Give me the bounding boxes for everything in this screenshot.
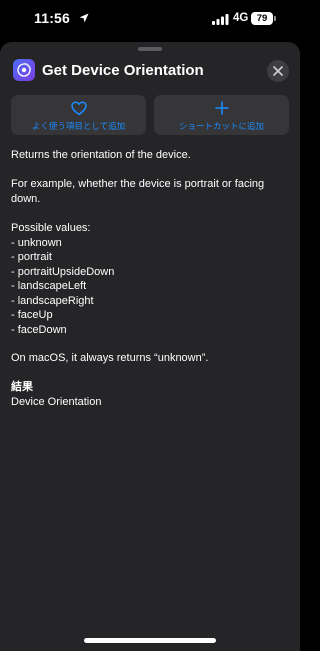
value-item: - landscapeRight: [11, 294, 94, 307]
example-line: down.: [11, 192, 41, 205]
close-button[interactable]: [267, 60, 289, 82]
location-arrow-icon: [79, 13, 89, 23]
status-time: 11:56: [34, 10, 71, 26]
possible-values-heading: Possible values:: [11, 222, 91, 234]
sheet-grabber[interactable]: [138, 47, 162, 51]
battery-icon: 79: [251, 12, 273, 25]
value-item: - portrait: [11, 251, 52, 263]
battery-tip: [274, 16, 276, 21]
shortcuts-action-icon: [13, 59, 35, 81]
description-example: For example, whether the device is portr…: [11, 177, 281, 206]
heart-icon: [70, 101, 87, 116]
value-item: - faceUp: [11, 309, 53, 321]
add-to-favorites-label: よく使う項目として追加: [31, 121, 126, 131]
value-item: - faceDown: [11, 323, 67, 336]
possible-values-block: Possible values: - unknown - portrait - …: [11, 221, 281, 337]
add-to-favorites-button[interactable]: よく使う項目として追加: [11, 95, 146, 135]
description-summary: Returns the orientation of the device.: [11, 149, 191, 161]
result-block: 結果 Device Orientation: [11, 380, 281, 409]
home-indicator[interactable]: [84, 638, 216, 643]
page-title: Get Device Orientation: [42, 62, 204, 79]
device-orientation-icon: [17, 62, 32, 77]
value-item: - unknown: [11, 236, 62, 249]
value-item: - landscapeLeft: [11, 280, 87, 292]
action-detail-sheet: Get Device Orientation よく使う項目として追加 ショートカ…: [0, 42, 300, 651]
example-line: For example, whether the device is portr…: [11, 178, 265, 190]
add-to-shortcut-button[interactable]: ショートカットに追加: [154, 95, 289, 135]
result-value: Device Orientation: [11, 395, 102, 408]
network-type: 4G: [233, 12, 249, 24]
cellular-signal-icon: [212, 14, 229, 25]
result-heading: 結果: [11, 381, 33, 393]
plus-icon: [214, 101, 229, 115]
macos-note: On macOS, it always returns “unknown”.: [11, 352, 209, 364]
close-icon: [273, 66, 283, 76]
status-bar: 11:56 4G 79: [0, 0, 300, 42]
add-to-shortcut-label: ショートカットに追加: [178, 121, 264, 131]
value-item: - portraitUpsideDown: [11, 265, 115, 278]
